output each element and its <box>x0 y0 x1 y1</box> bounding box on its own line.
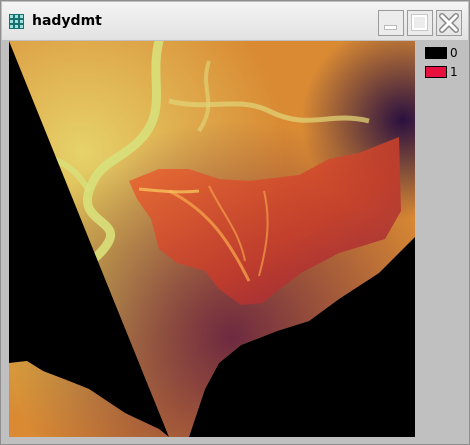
grid-icon <box>9 14 24 29</box>
legend-label-0: 0 <box>450 46 458 60</box>
title-bar[interactable]: hadydmt <box>2 2 468 40</box>
window-title: hadydmt <box>32 13 102 29</box>
elevation-map[interactable] <box>9 41 415 437</box>
close-icon <box>439 13 459 33</box>
minimize-button[interactable] <box>378 10 404 36</box>
maximize-icon <box>411 14 428 31</box>
legend: 0 1 <box>423 45 463 83</box>
legend-item-0: 0 <box>423 45 463 62</box>
legend-label-1: 1 <box>450 65 458 79</box>
maximize-button[interactable] <box>407 10 433 36</box>
close-button[interactable] <box>436 10 462 36</box>
minimize-icon <box>384 25 397 30</box>
legend-swatch-0 <box>425 47 447 59</box>
legend-swatch-1 <box>425 66 447 78</box>
map-window: hadydmt 0 1 <box>0 0 470 445</box>
elevation-raster <box>9 41 415 437</box>
legend-item-1: 1 <box>423 64 463 81</box>
